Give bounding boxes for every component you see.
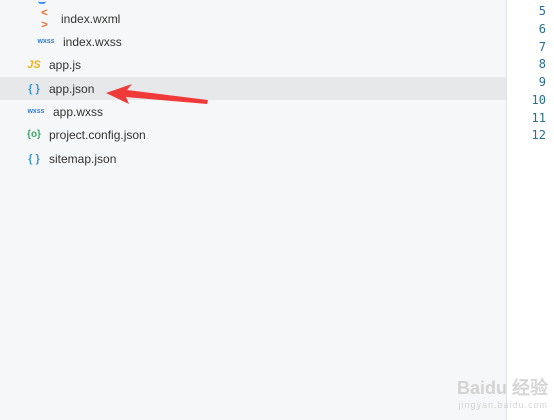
- file-label: index.wxml: [61, 11, 121, 26]
- line-number: 7: [538, 40, 546, 54]
- config-icon: {o}: [27, 129, 41, 140]
- xml-icon: < >: [41, 6, 49, 31]
- watermark-text: Baidu 经验: [456, 378, 548, 398]
- line-number: 9: [538, 75, 546, 89]
- file-label: project.config.json: [49, 127, 146, 142]
- watermark-logo: Baidu 经验 jingyan.baidu.com: [457, 374, 548, 410]
- file-item-index-wxss[interactable]: wxss index.wxss: [0, 30, 506, 53]
- file-explorer: < > index.wxml wxss index.wxss JS app.js…: [0, 0, 507, 420]
- folder-icon: [38, 0, 46, 4]
- file-label: app.wxss: [53, 104, 104, 119]
- line-number: 11: [531, 111, 546, 125]
- file-item-app-wxss[interactable]: wxss app.wxss: [0, 100, 506, 123]
- file-item-app-js[interactable]: JS app.js: [0, 53, 506, 76]
- wxss-icon: wxss: [37, 38, 55, 45]
- file-item-app-json[interactable]: { } app.json: [0, 77, 506, 100]
- partial-row: [0, 0, 506, 6]
- json-icon: { }: [28, 82, 40, 95]
- line-number: 10: [531, 93, 546, 107]
- wxss-icon: wxss: [27, 108, 45, 115]
- file-item-index-wxml[interactable]: < > index.wxml: [0, 6, 506, 31]
- file-label: app.js: [49, 57, 82, 72]
- file-item-sitemap-json[interactable]: { } sitemap.json: [0, 147, 506, 170]
- file-label: index.wxss: [63, 34, 122, 49]
- json-icon: { }: [28, 152, 40, 165]
- watermark-url: jingyan.baidu.com: [458, 400, 548, 410]
- line-number: 12: [531, 128, 546, 142]
- js-icon: JS: [27, 58, 41, 71]
- line-number: 5: [538, 4, 546, 18]
- file-label: sitemap.json: [49, 151, 117, 166]
- line-number: 6: [538, 22, 546, 36]
- line-number: 8: [538, 57, 546, 71]
- editor-gutter: 5 6 7 8 9 10 11 12: [507, 0, 554, 420]
- file-label: app.json: [49, 81, 95, 96]
- file-item-project-config[interactable]: {o} project.config.json: [0, 123, 506, 146]
